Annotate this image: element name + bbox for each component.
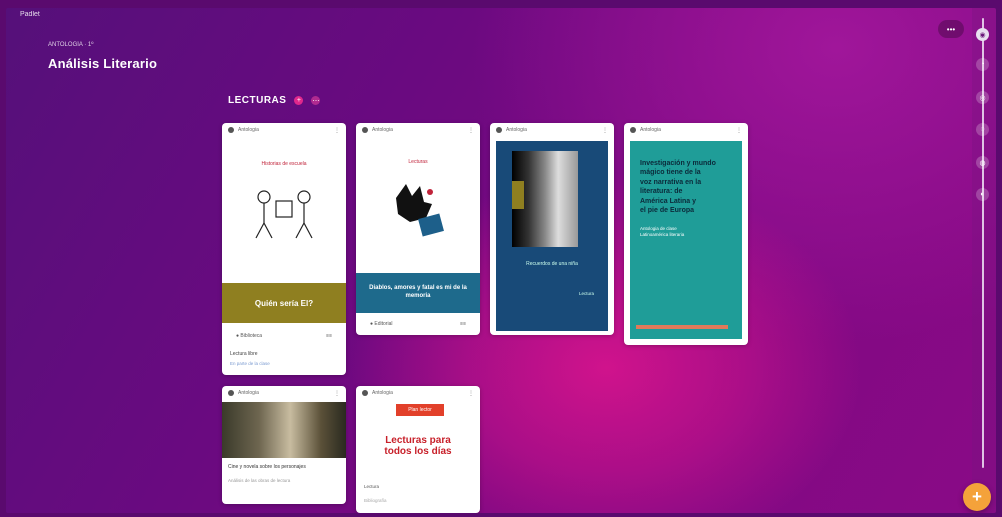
more-icon[interactable]: ⋮ bbox=[602, 127, 608, 134]
add-post-button[interactable]: + bbox=[963, 483, 991, 511]
more-icon[interactable]: ⋮ bbox=[334, 127, 340, 134]
share-icon[interactable]: ◎ bbox=[976, 91, 989, 104]
post-card-4[interactable]: Antologia ⋮ Investigación y mundo mágico… bbox=[624, 123, 748, 345]
section-header: LECTURAS + ⋯ bbox=[228, 95, 321, 106]
post-header: Antologia ⋮ bbox=[356, 123, 480, 137]
poster-image: Investigación y mundo mágico tiene de la… bbox=[630, 141, 742, 339]
settings-icon[interactable]: ◔ bbox=[976, 58, 989, 71]
add-section-button[interactable]: + bbox=[294, 96, 304, 105]
section-title: LECTURAS bbox=[228, 95, 287, 106]
post-author: Antologia bbox=[372, 390, 393, 396]
breadcrumb[interactable]: ANTOLOGÍA · 1º bbox=[48, 42, 93, 48]
cover-sub: Lectura bbox=[578, 291, 594, 296]
avatar bbox=[630, 127, 636, 133]
more-icon[interactable]: ⋮ bbox=[468, 390, 474, 397]
strip-text: Diablos, amores y fatal es mi de la memo… bbox=[356, 273, 480, 313]
post-card-5[interactable]: Antologia ⋮ Cine y novela sobre los pers… bbox=[222, 386, 346, 504]
post-headline: Lecturas para todos los días bbox=[384, 435, 452, 457]
strip-text: Quién sería El? bbox=[222, 283, 346, 323]
post-card-3[interactable]: Antologia ⋮ Recuerdos de una niña Lectur… bbox=[490, 123, 614, 335]
post-header: Antologia ⋮ bbox=[222, 123, 346, 137]
poster-line: América Latina y bbox=[640, 197, 697, 205]
poster-line: literatura: de bbox=[640, 188, 683, 196]
publisher-logo: ● Biblioteca bbox=[236, 333, 263, 339]
illustration-image bbox=[396, 184, 444, 237]
more-icon[interactable]: ⋮ bbox=[334, 390, 340, 397]
avatar bbox=[496, 127, 502, 133]
post-caption-sub: En parte de la clase bbox=[230, 361, 270, 366]
post-foot: Lectura bbox=[364, 484, 380, 489]
remake-icon[interactable]: ◐ bbox=[976, 188, 989, 201]
avatar bbox=[362, 127, 368, 133]
avatar bbox=[228, 127, 234, 133]
video-thumbnail[interactable] bbox=[222, 402, 346, 458]
post-card-2[interactable]: Antologia ⋮ Lecturas Diablos, amores y f… bbox=[356, 123, 480, 335]
publisher-logo: ● Editorial bbox=[370, 321, 393, 327]
poster-bar bbox=[636, 325, 728, 329]
post-author: Antologia bbox=[506, 127, 527, 133]
post-header: Antologia ⋮ bbox=[624, 123, 748, 137]
cover-accent bbox=[512, 181, 524, 209]
profile-icon[interactable]: ◉ bbox=[976, 28, 989, 41]
book-cover-image: Recuerdos de una niña Lectura bbox=[496, 141, 608, 331]
post-caption: Lectura libre bbox=[230, 351, 258, 357]
post-header: Antologia ⋮ bbox=[490, 123, 614, 137]
poster-line: voz narrativa en la bbox=[640, 178, 702, 186]
search-icon[interactable]: ◌ bbox=[976, 123, 989, 136]
post-tag: Plan lector bbox=[396, 404, 444, 416]
banner-title: Lecturas bbox=[408, 159, 428, 165]
cover-caption: Recuerdos de una niña bbox=[526, 261, 578, 267]
section-menu-button[interactable]: ⋯ bbox=[311, 96, 321, 105]
banner-title: Historias de escuela bbox=[261, 161, 307, 167]
post-caption-sub: Análisis de las obras de lectura bbox=[228, 478, 291, 483]
app-window: Padlet ANTOLOGÍA · 1º Análisis Literario… bbox=[6, 8, 996, 513]
post-author: Antologia bbox=[372, 127, 393, 133]
post-card-6[interactable]: Antologia ⋮ Plan lector Lecturas para to… bbox=[356, 386, 480, 513]
post-header: Antologia ⋮ bbox=[356, 386, 480, 400]
poster-text: Investigación y mundo mágico tiene de la… bbox=[640, 159, 732, 216]
poster-sub: Latinoamérica literaria bbox=[640, 231, 685, 237]
post-foot-sub: Bibliografía bbox=[364, 498, 387, 503]
scrollbar[interactable] bbox=[982, 18, 984, 468]
poster-line: Investigación y mundo bbox=[640, 160, 716, 167]
app-name: Padlet bbox=[20, 11, 40, 18]
more-icon[interactable]: ⋮ bbox=[736, 127, 742, 134]
illustration-image bbox=[255, 190, 313, 239]
publisher-logo-2: ≡≡ bbox=[460, 321, 466, 327]
page-title: Análisis Literario bbox=[48, 56, 158, 71]
avatar bbox=[362, 390, 368, 396]
right-rail bbox=[972, 8, 996, 513]
post-author: Antologia bbox=[640, 127, 661, 133]
more-options-button[interactable]: ••• bbox=[938, 20, 964, 38]
post-header: Antologia ⋮ bbox=[222, 386, 346, 400]
slideshow-icon[interactable]: ◍ bbox=[976, 156, 989, 169]
avatar bbox=[228, 390, 234, 396]
poster-line: mágico tiene de la bbox=[640, 169, 701, 177]
post-author: Antologia bbox=[238, 127, 259, 133]
poster-line: el pie de Europa bbox=[640, 207, 695, 215]
post-caption: Cine y novela sobre los personajes bbox=[228, 464, 306, 470]
post-card-1[interactable]: Antologia ⋮ Historias de escuela Quién s… bbox=[222, 123, 346, 375]
more-icon[interactable]: ⋮ bbox=[468, 127, 474, 134]
publisher-logo-2: ≡≡ bbox=[326, 333, 332, 339]
post-author: Antologia bbox=[238, 390, 259, 396]
